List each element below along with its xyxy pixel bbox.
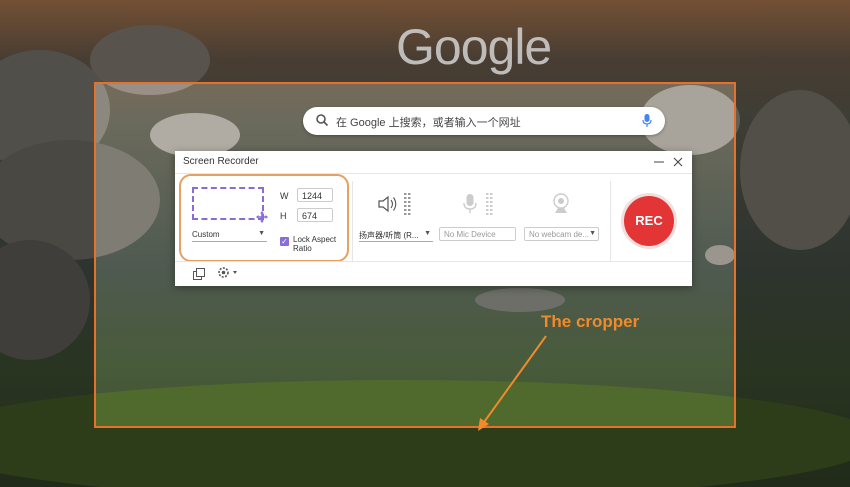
cropper-annotation: The cropper: [541, 312, 640, 331]
annotation-arrow: [478, 335, 547, 431]
